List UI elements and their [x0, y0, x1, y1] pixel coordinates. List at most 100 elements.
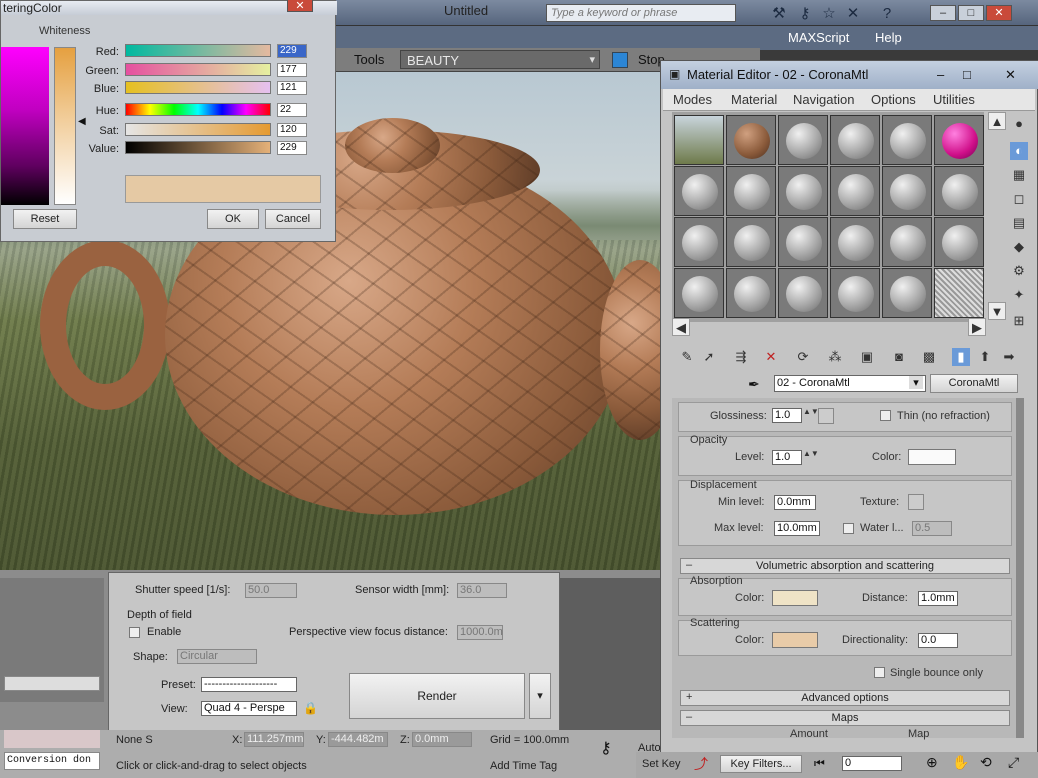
- sample-slot-active[interactable]: [726, 115, 776, 165]
- search-input[interactable]: Type a keyword or phrase: [546, 4, 736, 22]
- value-slider[interactable]: [125, 141, 271, 154]
- select-by-material-icon[interactable]: ✦: [1010, 286, 1028, 304]
- sample-slot[interactable]: [726, 166, 776, 216]
- distance-input[interactable]: 1.0mm: [918, 591, 958, 606]
- max-level-input[interactable]: 10.0mm: [774, 521, 820, 536]
- red-slider[interactable]: [125, 44, 271, 57]
- scattering-color-swatch[interactable]: [772, 632, 818, 648]
- sample-slot[interactable]: [830, 166, 880, 216]
- color-swatch[interactable]: [612, 52, 628, 68]
- whiteness-bar[interactable]: [54, 47, 76, 205]
- get-material-icon[interactable]: ✎: [678, 348, 696, 366]
- value-spinner[interactable]: 229: [277, 141, 307, 155]
- show-end-result-icon[interactable]: ▮: [952, 348, 970, 366]
- key-filters-button[interactable]: Key Filters...: [720, 755, 802, 773]
- show-map-icon[interactable]: ▩: [920, 348, 938, 366]
- minimize-icon[interactable]: –: [937, 67, 944, 82]
- whiteness-pointer-icon[interactable]: ◀: [78, 116, 86, 127]
- render-button[interactable]: Render: [349, 673, 525, 719]
- background-icon[interactable]: ▦: [1010, 166, 1028, 184]
- sample-slot[interactable]: [830, 268, 880, 318]
- menu-navigation[interactable]: Navigation: [793, 92, 854, 107]
- water-level-input[interactable]: 0.5: [912, 521, 952, 536]
- sample-slot[interactable]: [934, 166, 984, 216]
- minimize-button[interactable]: –: [930, 5, 956, 21]
- y-coord-input[interactable]: -444.482m: [328, 732, 388, 747]
- key-icon[interactable]: ⚷: [600, 738, 612, 758]
- video-color-icon[interactable]: ▤: [1010, 214, 1028, 232]
- menu-options[interactable]: Options: [871, 92, 916, 107]
- key-tangent-icon[interactable]: ⤴: [694, 754, 708, 774]
- sample-slot[interactable]: [674, 268, 724, 318]
- red-spinner[interactable]: 229: [277, 44, 307, 58]
- blue-slider[interactable]: [125, 81, 271, 94]
- hue-spinner[interactable]: 22: [277, 103, 307, 117]
- maxscript-listener[interactable]: Conversion don: [4, 752, 100, 770]
- green-spinner[interactable]: 177: [277, 63, 307, 77]
- sample-type-icon[interactable]: ●: [1010, 115, 1028, 133]
- sample-slot-noise[interactable]: [934, 268, 984, 318]
- hue-slider[interactable]: [125, 103, 271, 116]
- eyedropper-icon[interactable]: ✒: [748, 376, 760, 393]
- view-dropdown[interactable]: Quad 4 - Perspe: [201, 701, 297, 716]
- backlight-icon[interactable]: ◐: [1010, 142, 1028, 160]
- scroll-down-arrow[interactable]: ▼: [988, 302, 1006, 320]
- auto-key-button[interactable]: Auto: [638, 742, 661, 754]
- maximize-viewport-icon[interactable]: ⤢: [1008, 754, 1019, 771]
- wrench-icon[interactable]: ⚒: [770, 5, 788, 23]
- thin-checkbox[interactable]: [880, 410, 891, 421]
- single-bounce-checkbox[interactable]: [874, 667, 885, 678]
- make-unique-icon[interactable]: ⁂: [826, 348, 844, 366]
- scroll-left-arrow[interactable]: ◀: [672, 318, 690, 336]
- options-icon[interactable]: ⚙: [1010, 262, 1028, 280]
- copy-material-icon[interactable]: ⟳: [794, 348, 812, 366]
- sample-slot[interactable]: [934, 217, 984, 267]
- navigator-icon[interactable]: ⊞: [1010, 312, 1028, 330]
- menu-help[interactable]: Help: [875, 30, 902, 45]
- ok-button[interactable]: OK: [207, 209, 259, 229]
- advanced-options-rollout-header[interactable]: Advanced options: [680, 690, 1010, 706]
- help-icon[interactable]: ?: [878, 5, 896, 23]
- reset-button[interactable]: Reset: [13, 209, 77, 229]
- water-level-checkbox[interactable]: [843, 523, 854, 534]
- sample-slot[interactable]: [882, 268, 932, 318]
- orbit-icon[interactable]: ⟲: [980, 754, 992, 771]
- green-slider[interactable]: [125, 63, 271, 76]
- absorption-color-swatch[interactable]: [772, 590, 818, 606]
- glossiness-map-button[interactable]: [818, 408, 834, 424]
- menu-modes[interactable]: Modes: [673, 92, 712, 107]
- horizontal-scrollbar[interactable]: [4, 676, 100, 691]
- sample-slot[interactable]: [674, 217, 724, 267]
- spinner-icon[interactable]: ▲▼: [803, 449, 819, 458]
- key-icon[interactable]: ⚷: [796, 5, 814, 23]
- previous-frame-icon[interactable]: ⏮: [814, 756, 825, 771]
- z-coord-input[interactable]: 0.0mm: [412, 732, 472, 747]
- uv-tiling-icon[interactable]: ◻: [1010, 190, 1028, 208]
- glossiness-input[interactable]: 1.0: [772, 408, 802, 423]
- directionality-input[interactable]: 0.0: [918, 633, 958, 648]
- render-dropdown-arrow[interactable]: ▾: [529, 673, 551, 719]
- maximize-button[interactable]: □: [958, 5, 984, 21]
- sample-slot[interactable]: [778, 217, 828, 267]
- set-key-button[interactable]: Set Key: [642, 758, 681, 770]
- sat-slider[interactable]: [125, 123, 271, 136]
- add-time-tag[interactable]: Add Time Tag: [490, 760, 557, 772]
- sample-slot[interactable]: [726, 268, 776, 318]
- sample-slot[interactable]: [778, 268, 828, 318]
- go-to-parent-icon[interactable]: ⬆: [976, 348, 994, 366]
- preset-dropdown[interactable]: --------------------: [201, 677, 297, 692]
- sample-slot[interactable]: [882, 217, 932, 267]
- current-frame-input[interactable]: 0: [842, 756, 902, 771]
- blue-spinner[interactable]: 121: [277, 81, 307, 95]
- rollout-scrollbar[interactable]: [1016, 398, 1024, 738]
- menu-maxscript[interactable]: MAXScript: [788, 30, 849, 45]
- x-coord-input[interactable]: 111.257mm: [244, 732, 304, 747]
- sample-slot[interactable]: [882, 166, 932, 216]
- put-to-library-icon[interactable]: ▣: [858, 348, 876, 366]
- pan-hand-icon[interactable]: ✋: [952, 754, 969, 771]
- put-to-scene-icon[interactable]: ➚: [700, 348, 718, 366]
- maps-rollout-header[interactable]: Maps: [680, 710, 1010, 726]
- menu-material[interactable]: Material: [731, 92, 777, 107]
- opacity-color-swatch[interactable]: [908, 449, 956, 465]
- zoom-icon[interactable]: ⊕: [926, 754, 938, 771]
